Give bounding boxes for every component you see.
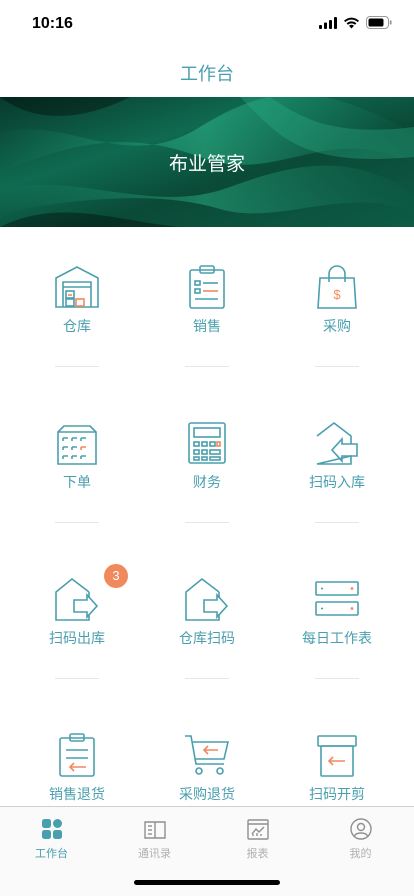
grid-icon [41,819,62,839]
home-indicator[interactable] [134,880,280,885]
grid-item-label: 采购退货 [179,787,235,803]
tab-workbench[interactable]: 工作台 [0,817,103,861]
page-title: 工作台 [180,64,234,85]
banner: 布业管家 [0,97,414,227]
grid-item-sales-return[interactable]: 销售退货 [8,732,146,803]
signal-icon [319,16,337,29]
grid-item-scan-in[interactable]: 扫码入库 [268,420,406,523]
grid-item-label: 销售 [193,319,221,335]
grid-item-label: 扫码入库 [309,475,365,491]
grid-item-warehouse-scan[interactable]: 仓库扫码 [138,576,276,679]
server-rack-icon [315,581,359,616]
svg-text:$: $ [333,287,341,302]
clipboard-list-icon [189,265,225,309]
wifi-icon [344,17,359,28]
user-icon [349,818,372,840]
house-arrow-in-icon [316,421,358,465]
shopping-bag-icon: $ [317,265,357,309]
grid-item-scan-out[interactable]: 3 扫码出库 [8,564,146,679]
tab-reports[interactable]: 报表 [206,817,309,861]
tab-contacts[interactable]: 通讯录 [103,817,206,861]
grid-item-sales[interactable]: 销售 [138,264,276,367]
grid-item-order[interactable]: 下单 [8,420,146,523]
grid-item-label: 仓库扫码 [179,631,235,647]
house-arrow-out-icon [55,577,99,621]
grid-item-finance[interactable]: 财务 [138,420,276,523]
function-grid: 仓库 销售 $ 采购 下单 财务 扫码入库 3 扫码出库 仓库扫码 每日工作表 … [0,230,414,854]
grid-item-label: 仓库 [63,319,91,335]
box-return-icon [317,735,357,777]
grid-item-purchase[interactable]: $ 采购 [268,264,406,367]
grid-item-label: 下单 [63,475,91,491]
tab-label: 通讯录 [138,847,171,860]
book-icon [143,821,166,839]
status-time: 10:16 [32,15,73,32]
badge-count: 3 [104,564,128,588]
grid-item-label: 财务 [193,475,221,491]
tab-mine[interactable]: 我的 [309,817,412,861]
grid-item-label: 销售退货 [49,787,105,803]
banner-title: 布业管家 [168,153,245,175]
calculator-icon [188,422,226,464]
grid-item-label: 扫码开剪 [309,787,365,803]
clipboard-return-icon [59,733,95,777]
report-icon [246,819,269,840]
grid-item-daily-worksheet[interactable]: 每日工作表 [268,576,406,679]
tab-label: 工作台 [35,847,68,860]
grid-item-label: 每日工作表 [302,631,372,647]
grid-item-warehouse[interactable]: 仓库 [8,264,146,367]
house-arrow-right-icon [185,577,229,621]
cart-return-icon [185,735,230,775]
tab-label: 报表 [246,847,269,860]
grid-item-purchase-return[interactable]: 采购退货 [138,732,276,803]
tab-label: 我的 [349,847,372,860]
grid-item-label: 采购 [323,319,351,335]
grid-item-label: 扫码出库 [49,631,105,647]
grid-item-scan-cut[interactable]: 扫码开剪 [268,732,406,803]
battery-icon [366,16,392,29]
warehouse-icon [55,266,99,308]
building-icon [57,425,97,465]
status-bar: 10:16 [0,0,414,48]
